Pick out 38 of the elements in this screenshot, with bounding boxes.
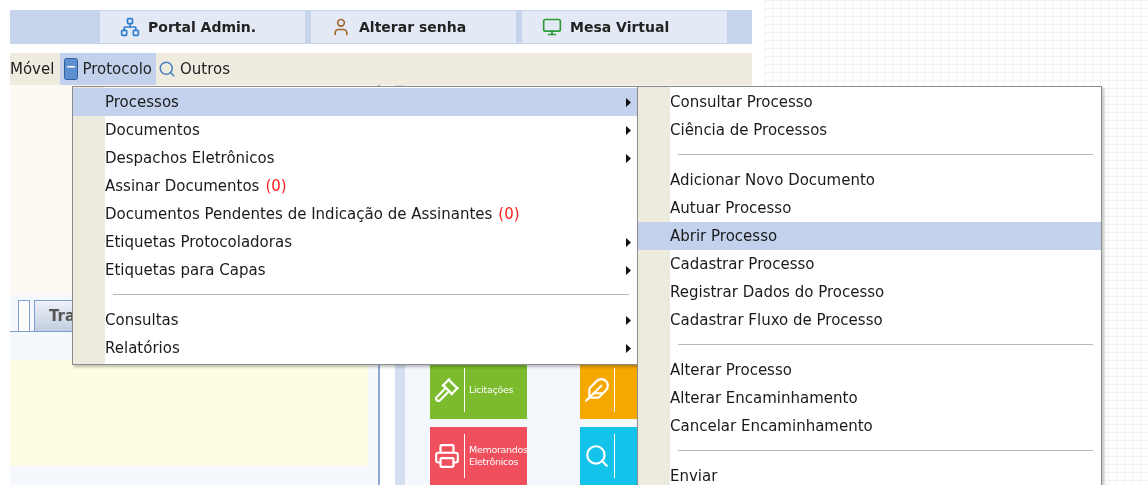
menu-item[interactable]: Cancelar Encaminhamento [638, 412, 1101, 440]
menu-item[interactable]: Abrir Processo [638, 222, 1101, 250]
menu-item[interactable]: Consultas [73, 306, 637, 334]
toolbar-button[interactable]: Alterar senha [311, 11, 516, 44]
network-icon [120, 17, 140, 38]
menu-item[interactable]: Despachos Eletrônicos [73, 144, 637, 172]
tab[interactable] [18, 300, 30, 331]
gavel-icon [434, 377, 460, 403]
menu-item[interactable]: Etiquetas para Capas [73, 256, 637, 284]
menu-item[interactable]: Ciência de Processos [638, 116, 1101, 144]
menu-item[interactable]: Cadastrar Processo [638, 250, 1101, 278]
tile-label: Licitações [469, 383, 515, 397]
menu-item[interactable]: Registrar Dados do Processo [638, 278, 1101, 306]
toolbar-button[interactable]: Mesa Virtual [522, 11, 727, 44]
monitor-icon [542, 17, 562, 38]
menu-item[interactable]: Documentos Pendentes de Indicação de Assinantes (0) [73, 200, 637, 228]
user-icon [331, 17, 351, 38]
search-icon [584, 443, 610, 469]
search-icon [158, 60, 177, 79]
menu-bar-item[interactable]: Móvel [10, 53, 59, 85]
menu-item[interactable]: Relatórios [73, 334, 637, 362]
menu-item[interactable]: Processos [73, 88, 637, 116]
menu-item[interactable]: Adicionar Novo Documento [638, 166, 1101, 194]
menu-item[interactable]: Alterar Encaminhamento [638, 384, 1101, 412]
quill-icon [584, 377, 610, 403]
menu-item[interactable]: Assinar Documentos (0) [73, 172, 637, 200]
menu-item[interactable]: Cadastrar Fluxo de Processo [638, 306, 1101, 334]
menu-item[interactable]: Alterar Processo [638, 356, 1101, 384]
printer-icon [434, 443, 460, 469]
menu-bar-item[interactable]: Protocolo [60, 53, 157, 85]
menu-item[interactable]: Enviar [638, 462, 1101, 485]
document-icon [64, 58, 79, 81]
menu-item[interactable]: Consultar Processo [638, 88, 1101, 116]
menu-item[interactable]: Autuar Processo [638, 194, 1101, 222]
menu-item[interactable]: Documentos [73, 116, 637, 144]
toolbar-button[interactable]: Portal Admin. [100, 11, 305, 44]
menu-item[interactable]: Etiquetas Protocoladoras [73, 228, 637, 256]
menu-bar-item[interactable]: Outros [158, 53, 235, 85]
